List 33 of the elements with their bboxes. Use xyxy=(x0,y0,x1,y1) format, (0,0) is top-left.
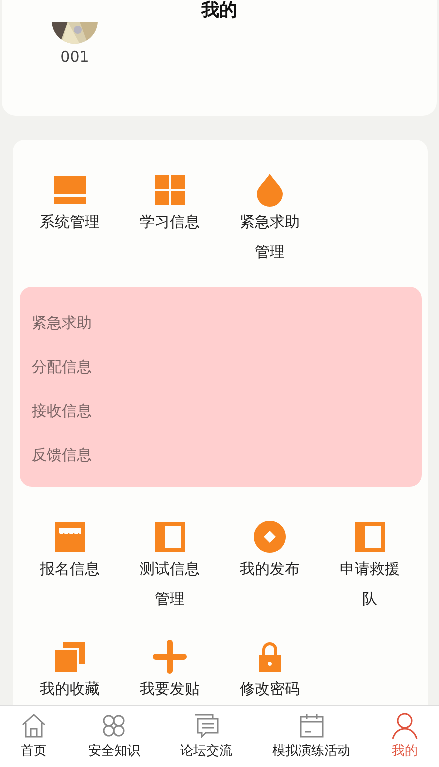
menu-item[interactable]: 我的发布 xyxy=(220,520,320,640)
dropdown-item[interactable]: 紧急求助 xyxy=(32,301,92,345)
tab[interactable]: 论坛交流 xyxy=(180,712,232,767)
tab[interactable]: 安全知识 xyxy=(88,712,140,767)
dropdown-item[interactable]: 分配信息 xyxy=(32,345,92,389)
person-icon xyxy=(390,712,419,740)
copy-icon xyxy=(53,640,87,674)
frame-icon xyxy=(353,520,387,554)
tab[interactable]: 模拟演练活动 xyxy=(272,712,351,767)
tab[interactable]: 我的 xyxy=(390,712,419,767)
menu-item[interactable]: 报名信息 xyxy=(20,520,120,640)
dropdown-item[interactable]: 反馈信息 xyxy=(32,433,92,477)
menu-item[interactable]: 测试信息管理 xyxy=(120,520,220,640)
menu-item[interactable]: 申请救援队 xyxy=(320,520,420,640)
username: 001 xyxy=(60,48,90,66)
shop-icon xyxy=(53,520,87,554)
home-icon xyxy=(20,712,48,740)
menu-item[interactable]: 我要发贴 xyxy=(120,640,220,705)
frame-icon xyxy=(153,520,187,554)
chat-icon xyxy=(192,712,220,740)
menu-item[interactable]: 我的收藏 xyxy=(20,640,120,705)
menu-item[interactable]: 修改密码 xyxy=(220,640,320,705)
dropdown-item[interactable]: 接收信息 xyxy=(32,389,92,433)
plus-icon xyxy=(153,640,187,674)
menu-item[interactable]: 学习信息 xyxy=(120,173,220,281)
menu-item[interactable]: 紧急求助管理 xyxy=(220,173,320,281)
menu-item[interactable]: 系统管理 xyxy=(20,173,120,281)
tab[interactable]: 首页 xyxy=(20,712,48,767)
grid-icon xyxy=(153,173,187,207)
diamond-icon xyxy=(253,520,287,554)
layout-icon xyxy=(53,173,87,207)
page-title: 我的 xyxy=(202,0,238,22)
calendar-icon xyxy=(298,712,326,740)
